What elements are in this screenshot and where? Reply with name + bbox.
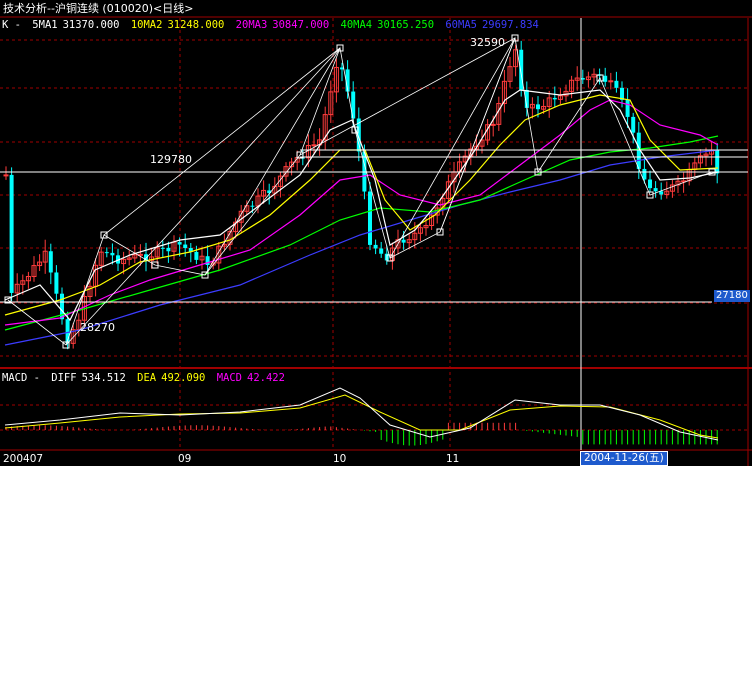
- candle-body: [715, 149, 720, 174]
- candle-body: [3, 174, 9, 177]
- candle-body: [177, 242, 182, 245]
- candle-body: [648, 179, 652, 189]
- ma40-value: 30165.250: [377, 19, 435, 31]
- diff-label: DIFF: [51, 372, 77, 384]
- candle-body: [536, 104, 540, 110]
- candle-body: [631, 116, 636, 133]
- candle-body: [373, 244, 378, 249]
- candle-body: [166, 247, 171, 252]
- ma20-line: [4, 99, 719, 326]
- candle-body: [110, 252, 115, 256]
- candle-body: [194, 251, 199, 260]
- macd-value: 42.422: [247, 372, 285, 384]
- ma40-label: 40MA4: [340, 19, 373, 31]
- candle-body: [603, 75, 608, 82]
- candle-body: [54, 272, 59, 294]
- candle-body: [104, 252, 109, 254]
- fan-line-3: [389, 37, 516, 259]
- ma5-value: 31370.000: [62, 19, 120, 31]
- candle-body: [368, 191, 372, 245]
- x-axis-tick-09: 09: [178, 453, 192, 465]
- macd-legend: MACD - DIFF 534.512 DEA 492.090 MACD 42.422: [2, 372, 290, 384]
- ma5-line: [4, 89, 719, 322]
- macd-label: MACD: [216, 372, 243, 384]
- macd-prefix: MACD -: [2, 372, 40, 384]
- candle-body: [653, 188, 658, 192]
- candle-body: [552, 97, 557, 100]
- candle-body: [625, 99, 630, 117]
- cursor-date-tag: 2004-11-26(五): [580, 451, 668, 466]
- ma5-label: 5MA1: [32, 19, 58, 31]
- fan-line-2: [204, 47, 341, 276]
- dea-label: DEA: [137, 372, 157, 384]
- ma20-value: 30847.000: [272, 19, 330, 31]
- candle-body: [250, 205, 255, 207]
- cursor-weekday: (五): [645, 452, 664, 464]
- candle-body: [160, 247, 165, 249]
- ma10-value: 31248.000: [167, 19, 225, 31]
- candle-body: [48, 251, 53, 273]
- window-title: 技术分析--沪铜连续 (010020)<日线>: [3, 2, 194, 15]
- candle-body: [401, 239, 406, 243]
- x-axis-tick-10: 10: [333, 453, 347, 465]
- cursor-date: 2004-11-26: [584, 452, 646, 464]
- candle-body: [614, 80, 619, 88]
- ma20-label: 20MA3: [235, 19, 268, 31]
- fan-line-4: [439, 37, 516, 233]
- ma60-label: 60MA5: [445, 19, 477, 31]
- fan-line-0: [65, 47, 341, 346]
- candle-body: [379, 248, 384, 254]
- ma10-line: [4, 94, 719, 316]
- kline-legend-prefix: K -: [2, 19, 21, 31]
- dea-value: 492.090: [161, 372, 206, 384]
- candle-body: [490, 123, 496, 126]
- x-axis-tick-11: 11: [446, 453, 460, 465]
- candle-body: [183, 244, 188, 249]
- peak-annotation: 32590: [470, 36, 505, 49]
- trough-annotation: 28270: [80, 321, 115, 334]
- chart-window[interactable]: 技术分析--沪铜连续 (010020)<日线> K - 5MA1 31370.00…: [0, 0, 752, 466]
- zigzag-line: [7, 36, 713, 346]
- candle-body: [9, 174, 14, 293]
- diff-value: 534.512: [81, 372, 126, 384]
- x-axis-start: 200407: [3, 453, 44, 465]
- kline-chart[interactable]: [0, 0, 752, 466]
- ma60-value: 29697.834: [481, 19, 539, 31]
- candle-body: [311, 144, 317, 147]
- ma-legend: K - 5MA1 31370.000 10MA2 31248.000 20MA3 30…: [2, 19, 544, 31]
- price-axis-tag: 27180: [714, 290, 750, 302]
- ma10-label: 10MA2: [130, 19, 163, 31]
- level-annotation: 129780: [150, 153, 192, 166]
